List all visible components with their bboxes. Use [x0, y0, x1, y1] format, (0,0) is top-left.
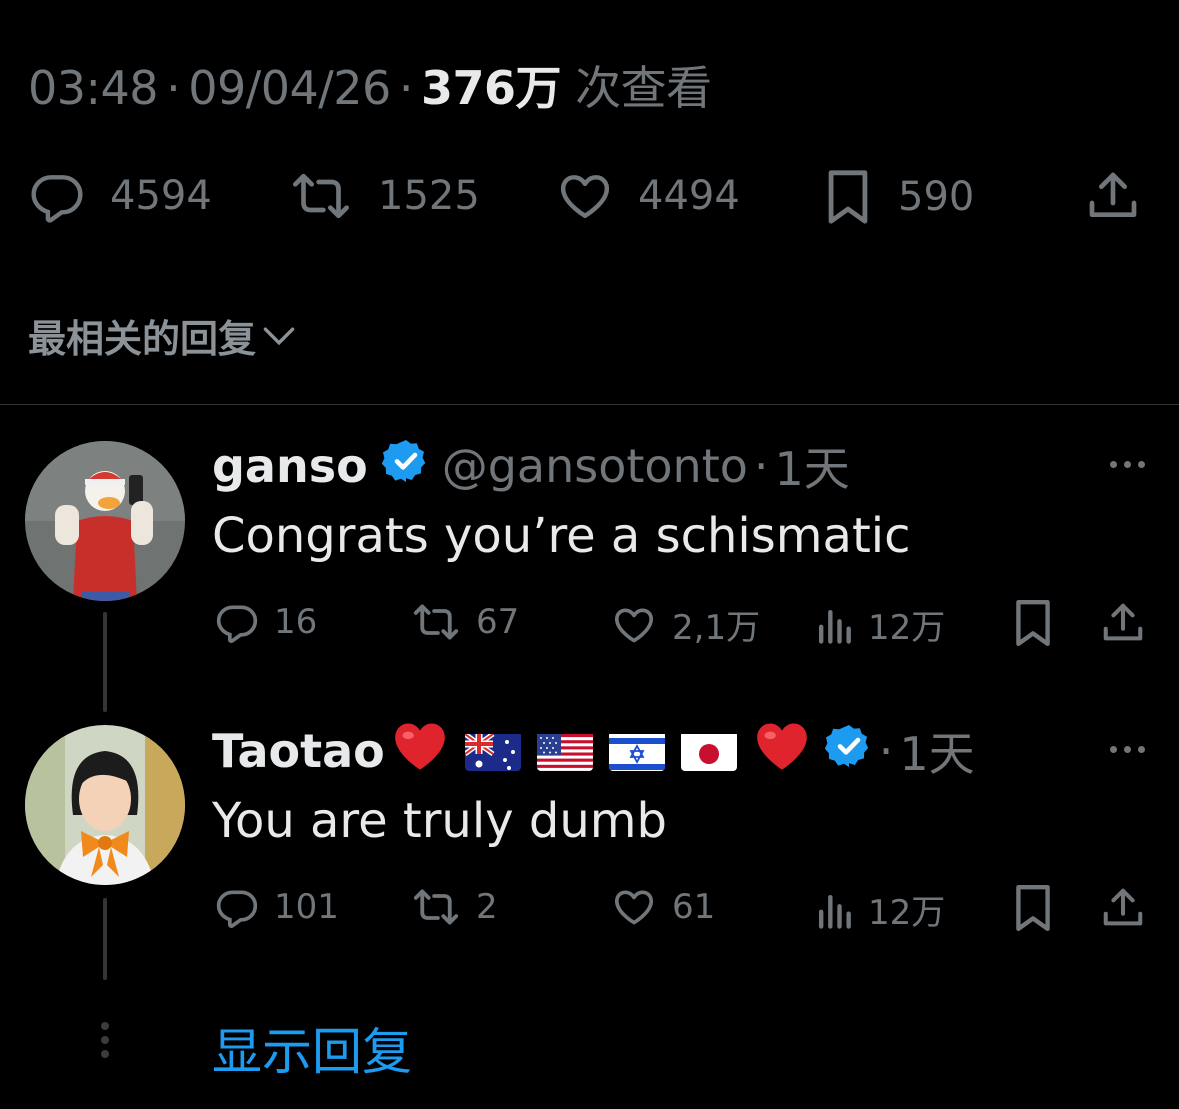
reply-header: ganso @gansotonto · 1天 — [212, 436, 850, 496]
like-count: 4494 — [638, 173, 740, 219]
share-button[interactable] — [1100, 885, 1146, 931]
thread-line — [103, 898, 107, 980]
bookmark-icon — [828, 170, 868, 224]
tweet-action-bar: 4594 1525 4494 590 — [0, 168, 1179, 228]
reply-sort-dropdown[interactable]: 最相关的回复 — [28, 308, 296, 363]
views-count: 12万 — [868, 608, 946, 648]
views-button[interactable]: 12万 — [814, 600, 945, 649]
sort-label: 最相关的回复 — [28, 317, 257, 361]
avatar-taotao[interactable] — [25, 725, 185, 885]
reply-author-handle[interactable]: @gansotonto — [442, 439, 748, 493]
heart-icon — [615, 608, 653, 642]
reply-icon — [31, 175, 83, 223]
reply-button[interactable]: 4594 — [28, 168, 212, 224]
reply-button[interactable]: 101 — [214, 885, 339, 929]
reply-count: 16 — [274, 602, 318, 642]
reply-time[interactable]: 1天 — [775, 433, 850, 499]
repost-count: 67 — [476, 602, 520, 642]
share-icon — [1089, 172, 1137, 218]
avatar-ganso[interactable] — [25, 441, 185, 601]
repost-count: 1525 — [378, 173, 480, 219]
repost-icon — [413, 889, 459, 925]
repost-button[interactable]: 1525 — [288, 168, 480, 224]
reply-button[interactable]: 16 — [214, 600, 317, 644]
views-count[interactable]: 376万 — [421, 61, 562, 115]
repost-button[interactable]: 67 — [410, 600, 519, 644]
reply-icon — [216, 605, 258, 644]
reply-count: 4594 — [110, 173, 212, 219]
divider — [0, 404, 1179, 405]
like-count: 61 — [672, 887, 716, 927]
bookmark-button[interactable] — [1012, 883, 1054, 933]
more-options-button[interactable] — [1110, 746, 1145, 753]
like-count: 2,1万 — [672, 608, 761, 648]
repost-icon — [293, 173, 349, 219]
like-button[interactable]: 4494 — [556, 168, 740, 224]
share-icon — [1103, 603, 1143, 641]
reply-icon — [216, 890, 258, 929]
thread-line — [103, 612, 107, 712]
bookmark-button[interactable]: 590 — [822, 168, 974, 226]
views-label[interactable]: 次查看 — [575, 61, 712, 115]
share-icon — [1103, 888, 1143, 926]
bookmark-count: 590 — [898, 174, 975, 220]
repost-count: 2 — [476, 887, 498, 927]
analytics-icon — [818, 609, 851, 644]
share-button[interactable] — [1100, 600, 1146, 646]
bookmark-icon — [1016, 599, 1050, 647]
reply-author-name[interactable]: Taotao — [212, 724, 385, 778]
flag-israel-emoji — [608, 731, 665, 771]
verified-badge-icon[interactable] — [381, 437, 430, 496]
reply-count: 101 — [274, 887, 339, 927]
show-replies-link[interactable]: 显示回复 — [212, 1012, 412, 1084]
bookmark-button[interactable] — [1012, 598, 1054, 648]
more-dot — [1110, 461, 1117, 468]
reply-author-name[interactable]: ganso — [212, 439, 368, 493]
tweet-meta: 03:48 · 09/04/26 · 376万 次查看 — [28, 61, 712, 115]
share-button[interactable] — [1084, 168, 1142, 224]
flag-usa-emoji — [536, 731, 593, 771]
views-button[interactable]: 12万 — [814, 885, 945, 934]
verified-badge-icon[interactable] — [824, 722, 873, 781]
more-options-button[interactable] — [1110, 461, 1145, 468]
tweet-time: 03:48 — [28, 61, 159, 115]
heart-icon — [560, 175, 610, 219]
reply-text: You are truly dumb — [212, 793, 667, 849]
flag-japan-emoji — [680, 731, 737, 771]
repost-button[interactable]: 2 — [410, 885, 498, 929]
flag-australia-emoji — [464, 731, 521, 771]
analytics-icon — [818, 894, 851, 929]
tweet-date[interactable]: 09/04/26 — [188, 61, 391, 115]
reply-text: Congrats you’re a schismatic — [212, 508, 911, 564]
like-button[interactable]: 2,1万 — [610, 600, 760, 649]
bookmark-icon — [1016, 884, 1050, 932]
red-heart-emoji — [391, 720, 449, 783]
reply-header: Taotao · 1天 — [212, 720, 975, 782]
like-button[interactable]: 61 — [610, 885, 715, 929]
reply-time[interactable]: 1天 — [899, 718, 974, 784]
heart-icon — [615, 890, 653, 925]
thread-continuation-dots — [101, 1022, 109, 1064]
chevron-down-icon — [263, 327, 295, 345]
repost-icon — [413, 604, 459, 640]
views-count: 12万 — [868, 893, 946, 933]
red-heart-emoji — [753, 720, 811, 783]
